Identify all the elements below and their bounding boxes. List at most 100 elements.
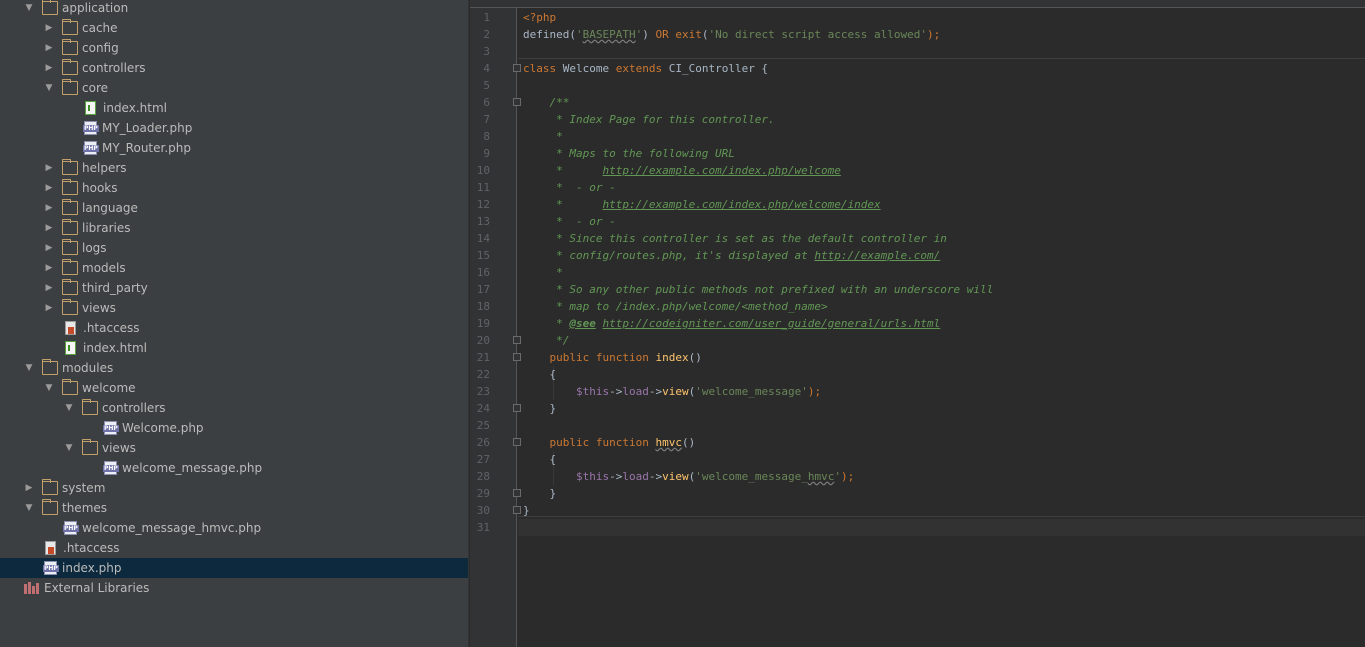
code-line[interactable]: <?php	[523, 9, 1365, 26]
tree-item-welcome-message-hmvc[interactable]: ▶welcome_message_hmvc.php	[0, 518, 468, 538]
tree-item-system[interactable]: ▶ system	[0, 478, 468, 498]
tree-item-config[interactable]: ▶ config	[0, 38, 468, 58]
tree-item-welcome-views[interactable]: ▼ views	[0, 438, 468, 458]
fold-marker-icon[interactable]	[513, 506, 521, 514]
code-line[interactable]: */	[523, 332, 1365, 349]
collapse-arrow-icon[interactable]: ▶	[44, 223, 54, 233]
tree-item-modules[interactable]: ▼ modules	[0, 358, 468, 378]
code-line[interactable]: * Index Page for this controller.	[523, 111, 1365, 128]
fold-marker-icon[interactable]	[513, 98, 521, 106]
code-line[interactable]: }	[523, 502, 1365, 519]
code-editor[interactable]: 1 2 3 4 5 6 7 8 9 10 11 12 13 14 15 16 17 18 19 20 21 22 23 24 2…	[470, 0, 1365, 647]
tree-item-welcome-php[interactable]: ▶Welcome.php	[0, 418, 468, 438]
tree-item-language[interactable]: ▶ language	[0, 198, 468, 218]
code-line[interactable]: * - or -	[523, 179, 1365, 196]
code-line[interactable]: * config/routes.php, it's displayed at h…	[523, 247, 1365, 264]
folder-icon	[62, 199, 78, 215]
fold-marker-icon[interactable]	[513, 64, 521, 72]
tree-item-core[interactable]: ▼ core	[0, 78, 468, 98]
fold-marker-icon[interactable]	[513, 489, 521, 497]
tree-item-welcome[interactable]: ▼ welcome	[0, 378, 468, 398]
collapse-arrow-icon[interactable]: ▶	[44, 303, 54, 313]
tree-item-libraries[interactable]: ▶ libraries	[0, 218, 468, 238]
code-line[interactable]	[523, 417, 1365, 434]
collapse-arrow-icon[interactable]: ▶	[44, 263, 54, 273]
collapse-arrow-icon[interactable]: ▶	[44, 23, 54, 33]
collapse-arrow-icon[interactable]: ▶	[24, 483, 34, 493]
expand-arrow-icon[interactable]: ▼	[64, 403, 74, 413]
expand-arrow-icon[interactable]: ▼	[24, 503, 34, 513]
folder-icon	[62, 259, 78, 275]
code-line[interactable]: * Since this controller is set as the de…	[523, 230, 1365, 247]
code-line[interactable]: *	[523, 128, 1365, 145]
code-line[interactable]: {	[523, 366, 1365, 383]
code-line[interactable]: *	[523, 264, 1365, 281]
collapse-arrow-icon[interactable]: ▶	[44, 43, 54, 53]
tree-item-root-index-php[interactable]: ▶index.php	[0, 558, 468, 578]
code-line[interactable]: * So any other public methods not prefix…	[523, 281, 1365, 298]
collapse-arrow-icon[interactable]: ▶	[44, 283, 54, 293]
fold-marker-icon[interactable]	[513, 404, 521, 412]
tree-item-views[interactable]: ▶ views	[0, 298, 468, 318]
code-token: $this	[575, 385, 610, 398]
code-line[interactable]: * Maps to the following URL	[523, 145, 1365, 162]
expand-arrow-icon[interactable]: ▼	[44, 83, 54, 93]
code-line[interactable]: defined('BASEPATH') OR exit('No direct s…	[523, 26, 1365, 43]
code-line[interactable]: * @see http://codeigniter.com/user_guide…	[523, 315, 1365, 332]
expand-arrow-icon[interactable]: ▼	[64, 443, 74, 453]
tree-item-welcome-controllers[interactable]: ▼ controllers	[0, 398, 468, 418]
tree-item-welcome-message-php[interactable]: ▶welcome_message.php	[0, 458, 468, 478]
tree-item-label: core	[82, 81, 108, 95]
tree-item-models[interactable]: ▶ models	[0, 258, 468, 278]
code-line[interactable]: class Welcome extends CI_Controller {	[523, 60, 1365, 77]
code-line[interactable]: * http://example.com/index.php/welcome/i…	[523, 196, 1365, 213]
line-number: 10	[476, 164, 490, 177]
code-line[interactable]: * - or -	[523, 213, 1365, 230]
tree-item-my-router[interactable]: ▶MY_Router.php	[0, 138, 468, 158]
tree-item-root-htaccess[interactable]: ▶.htaccess	[0, 538, 468, 558]
code-token: }	[523, 402, 557, 415]
code-line[interactable]	[523, 77, 1365, 94]
collapse-arrow-icon[interactable]: ▶	[44, 243, 54, 253]
tree-item-application[interactable]: ▼ application	[0, 0, 468, 18]
tree-item-logs[interactable]: ▶ logs	[0, 238, 468, 258]
folder-icon	[62, 39, 78, 55]
tree-item-app-htaccess[interactable]: ▶.htaccess	[0, 318, 468, 338]
tree-item-controllers[interactable]: ▶ controllers	[0, 58, 468, 78]
tree-item-themes[interactable]: ▼ themes	[0, 498, 468, 518]
collapse-arrow-icon[interactable]: ▶	[44, 203, 54, 213]
code-line[interactable]: public function index()	[523, 349, 1365, 366]
fold-marker-icon[interactable]	[513, 438, 521, 446]
tree-item-external-libraries[interactable]: External Libraries	[0, 578, 468, 598]
tree-item-cache[interactable]: ▶ cache	[0, 18, 468, 38]
code-line[interactable]: * map to /index.php/welcome/<method_name…	[523, 298, 1365, 315]
code-line[interactable]: {	[523, 451, 1365, 468]
tree-item-my-loader[interactable]: ▶MY_Loader.php	[0, 118, 468, 138]
code-token: hmvc	[655, 436, 682, 449]
code-line[interactable]: /**	[523, 94, 1365, 111]
collapse-arrow-icon[interactable]: ▶	[44, 163, 54, 173]
code-token: ->	[648, 385, 663, 398]
code-line[interactable]: $this->load->view('welcome_message_hmvc'…	[523, 468, 1365, 485]
tree-item-helpers[interactable]: ▶ helpers	[0, 158, 468, 178]
code-line[interactable]: }	[523, 400, 1365, 417]
fold-marker-icon[interactable]	[513, 353, 521, 361]
expand-arrow-icon[interactable]: ▼	[24, 363, 34, 373]
tree-item-core-index-html[interactable]: ▶index.html	[0, 98, 468, 118]
code-line[interactable]: $this->load->view('welcome_message');	[523, 383, 1365, 400]
code-line[interactable]	[523, 43, 1365, 60]
fold-marker-icon[interactable]	[513, 336, 521, 344]
expand-arrow-icon[interactable]: ▼	[44, 383, 54, 393]
expand-arrow-icon[interactable]: ▼	[24, 3, 34, 13]
collapse-arrow-icon[interactable]: ▶	[44, 63, 54, 73]
tree-item-third-party[interactable]: ▶ third_party	[0, 278, 468, 298]
tree-item-app-index-html[interactable]: ▶index.html	[0, 338, 468, 358]
code-line[interactable]: }	[523, 485, 1365, 502]
collapse-arrow-icon[interactable]: ▶	[44, 183, 54, 193]
code-line[interactable]	[523, 519, 1365, 536]
code-line[interactable]: public function hmvc()	[523, 434, 1365, 451]
code-line[interactable]: * http://example.com/index.php/welcome	[523, 162, 1365, 179]
tree-item-hooks[interactable]: ▶ hooks	[0, 178, 468, 198]
